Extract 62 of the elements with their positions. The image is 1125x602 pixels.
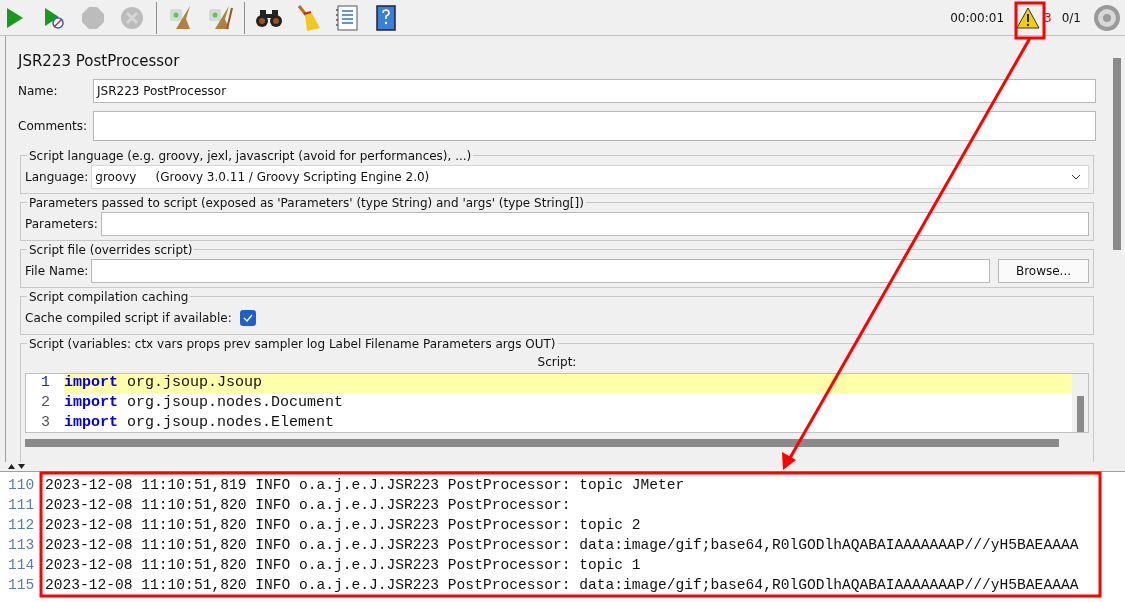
line-number: 113 <box>7 536 36 556</box>
field-label: File Name: <box>25 262 89 280</box>
code-keyword: import <box>64 393 118 414</box>
browse-button[interactable]: Browse... <box>998 258 1089 283</box>
line-number: 1 <box>26 373 64 395</box>
broom-icon <box>295 3 321 32</box>
code-keyword: import <box>64 373 118 394</box>
log-line: 2023-12-08 11:10:51,820 INFO o.a.j.e.J.JSR223 PostProcessor: data:image/gif;base64,R0lGODlhAQABAIAAAAAAAP///yH5BAEAAAA <box>45 536 1079 556</box>
code-text: org.jsoup.nodes.Document <box>127 393 344 414</box>
scrollbar[interactable] <box>25 438 1059 447</box>
group-title: Parameters passed to script (exposed as 'Parameters' (type String) and 'args' (type String[]) <box>28 194 585 212</box>
scrollbar[interactable] <box>1072 373 1088 432</box>
group-title: Script file (overrides script) <box>28 241 194 259</box>
line-number: 110 <box>7 476 36 496</box>
checkbox[interactable] <box>239 309 256 326</box>
binoculars-icon <box>255 7 283 28</box>
file-name-field[interactable] <box>91 258 990 283</box>
play-icon <box>43 5 65 30</box>
line-number: 112 <box>7 516 36 536</box>
field-label: Language: <box>25 168 89 186</box>
log-line: 2023-12-08 11:10:51,820 INFO o.a.j.e.J.JSR223 PostProcessor: topic 1 <box>45 556 641 576</box>
editor-caption: Script: <box>537 353 577 371</box>
code-text: org.jsoup.nodes.Element <box>127 413 335 432</box>
line-number: 114 <box>7 556 36 576</box>
thread-count: 0/1 <box>1061 9 1081 27</box>
dropdown-value: groovy (Groovy 3.0.11 / Groovy Scripting Engine 2.0) <box>95 168 430 186</box>
log-line: 2023-12-08 11:10:51,820 INFO o.a.j.e.J.JSR223 PostProcessor: data:image/gif;base64,R0lGODlhAQABAIAAAAAAAP///yH5BAEAAAA <box>45 576 1079 596</box>
checkmark-icon <box>242 313 253 322</box>
name-field[interactable]: JSR223 PostProcessor <box>93 78 1096 103</box>
log-line: 2023-12-08 11:10:51,820 INFO o.a.j.e.J.JSR223 PostProcessor: <box>45 496 571 516</box>
circle-icon <box>1093 3 1121 32</box>
broom-icon <box>207 4 233 31</box>
group-title: Script (variables: ctx vars props prev sampler log Label Filename Parameters args OUT) <box>28 335 557 353</box>
close-icon <box>120 5 144 30</box>
warning-count: 3 <box>1044 9 1052 27</box>
log-line: 2023-12-08 11:10:51,820 INFO o.a.j.e.J.JSR223 PostProcessor: topic 2 <box>45 516 641 536</box>
highlight-frame <box>1014 1 1046 40</box>
triangle-down-icon[interactable] <box>18 464 25 469</box>
triangle-up-icon[interactable] <box>8 464 15 469</box>
field-label: Name: <box>18 82 59 100</box>
line-number: 115 <box>7 576 36 596</box>
warning-icon[interactable] <box>1016 6 1041 29</box>
language-dropdown[interactable]: groovy (Groovy 3.0.11 / Groovy Scripting Engine 2.0) <box>91 164 1089 189</box>
line-number: 111 <box>7 496 36 516</box>
list-icon <box>335 4 359 31</box>
panel-title: JSR223 PostProcessor <box>18 51 181 72</box>
field-label: Comments: <box>18 117 89 135</box>
group-title: Script compilation caching <box>28 288 190 306</box>
play-icon <box>5 5 25 30</box>
code-text: org.jsoup.Jsoup <box>127 373 263 394</box>
stop-icon <box>81 5 105 30</box>
field-label: Cache compiled script if available: <box>25 309 232 327</box>
help-icon <box>376 4 396 31</box>
parameters-field[interactable] <box>100 211 1089 236</box>
comments-field[interactable] <box>93 110 1096 141</box>
elapsed-time: 00:00:01 <box>950 9 1005 27</box>
log-line: 2023-12-08 11:10:51,819 INFO o.a.j.e.J.JSR223 PostProcessor: topic JMeter <box>45 476 685 496</box>
chevron-down-icon <box>1071 173 1081 180</box>
group-title: Script language (e.g. groovy, jexl, javascript (avoid for performances), ...) <box>28 147 473 165</box>
field-label: Parameters: <box>25 215 98 233</box>
code-keyword: import <box>64 413 118 432</box>
code-editor[interactable]: 1 import org.jsoup.Jsoup 2 import org.jsoup.nodes.Document 3 import org.jsoup.nodes.Element <box>25 372 1089 433</box>
